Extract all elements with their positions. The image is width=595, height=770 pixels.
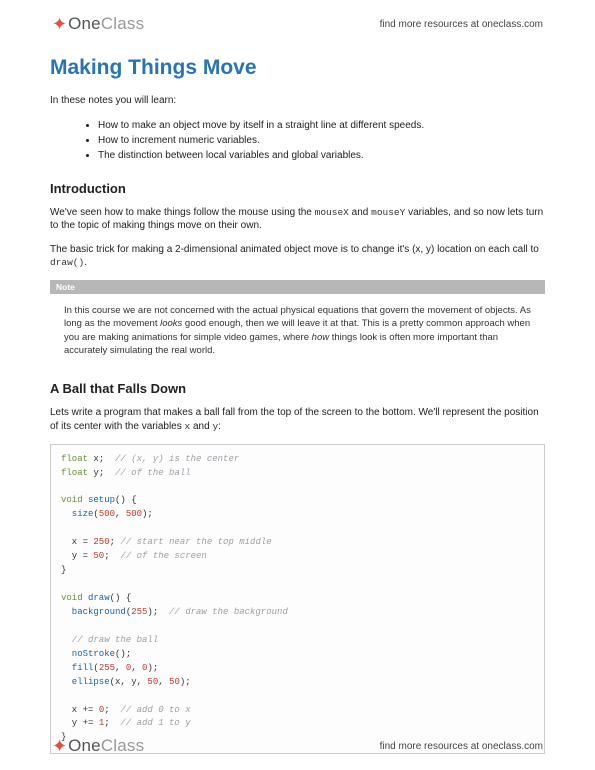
code-token: 500: [99, 509, 115, 519]
book-icon: ✦: [52, 737, 67, 755]
code-token: setup: [83, 495, 115, 505]
code-token: }: [61, 565, 66, 575]
code-token: ;: [104, 718, 120, 728]
code-mousex: mouseX: [315, 207, 349, 218]
text: We've seen how to make things follow the…: [50, 207, 315, 218]
text: The basic trick for making a 2-dimension…: [50, 244, 539, 255]
code-mousey: mouseY: [371, 207, 405, 218]
code-token: 255: [99, 663, 115, 673]
code-token: 50: [147, 677, 158, 687]
find-resources-link[interactable]: find more resources at oneclass.com: [380, 19, 543, 30]
code-token: draw: [83, 593, 110, 603]
text: :: [218, 421, 221, 432]
code-token: x;: [88, 454, 115, 464]
code-comment: // of the ball: [115, 468, 191, 478]
logo-text-class: Class: [101, 14, 145, 34]
code-token: y =: [61, 551, 93, 561]
code-token: ();: [115, 649, 131, 659]
note-label: Note: [50, 280, 545, 294]
text: .: [84, 257, 87, 268]
code-comment: // add 1 to y: [120, 718, 190, 728]
code-token: void: [61, 593, 83, 603]
intro-lead: In these notes you will learn:: [50, 94, 545, 108]
list-item: The distinction between local variables …: [98, 148, 545, 163]
code-block: float x; // (x, y) is the center float y…: [50, 444, 545, 755]
intro-paragraph-1: We've seen how to make things follow the…: [50, 206, 545, 233]
code-token: fill: [61, 663, 93, 673]
ball-paragraph-1: Lets write a program that makes a ball f…: [50, 406, 545, 433]
code-comment: // start near the top middle: [120, 537, 271, 547]
code-token: ;: [104, 551, 120, 561]
code-token: );: [147, 663, 158, 673]
code-token: x =: [61, 537, 93, 547]
code-token: float: [61, 468, 88, 478]
learning-objectives-list: How to make an object move by itself in …: [50, 118, 545, 163]
logo: ✦ OneClass: [52, 14, 144, 34]
code-token: ;: [104, 705, 120, 715]
code-token: y +=: [61, 718, 99, 728]
book-icon: ✦: [52, 15, 67, 33]
code-token: ;: [110, 537, 121, 547]
code-token: 250: [93, 537, 109, 547]
logo-text-one: One: [68, 736, 101, 756]
header-bar: ✦ OneClass find more resources at onecla…: [50, 14, 545, 34]
code-token: background: [61, 607, 126, 617]
code-token: ,: [158, 677, 169, 687]
logo-text-class: Class: [101, 736, 145, 756]
code-comment: // of the screen: [120, 551, 206, 561]
code-draw: draw(): [50, 257, 84, 268]
logo-footer: ✦ OneClass: [52, 736, 144, 756]
logo-text-one: One: [68, 14, 101, 34]
code-token: 50: [169, 677, 180, 687]
code-token: ,: [131, 663, 142, 673]
section-heading-introduction: Introduction: [50, 181, 545, 196]
code-token: noStroke: [61, 649, 115, 659]
code-token: );: [180, 677, 191, 687]
code-comment: // draw the ball: [61, 635, 158, 645]
code-token: );: [142, 509, 153, 519]
code-token: ,: [115, 509, 126, 519]
code-token: size: [61, 509, 93, 519]
list-item: How to increment numeric variables.: [98, 133, 545, 148]
code-token: );: [147, 607, 169, 617]
text: Lets write a program that makes a ball f…: [50, 407, 539, 432]
code-token: 500: [126, 509, 142, 519]
page-title: Making Things Move: [50, 56, 545, 80]
code-token: ,: [115, 663, 126, 673]
text: and: [190, 421, 212, 432]
code-token: ellipse: [61, 677, 110, 687]
code-token: x +=: [61, 705, 99, 715]
section-heading-ball: A Ball that Falls Down: [50, 381, 545, 396]
code-token: 50: [93, 551, 104, 561]
code-token: (x, y,: [110, 677, 148, 687]
code-comment: // draw the background: [169, 607, 288, 617]
code-token: void: [61, 495, 83, 505]
find-resources-link-footer[interactable]: find more resources at oneclass.com: [380, 741, 543, 752]
text-em: how: [312, 332, 329, 343]
note-box: In this course we are not concerned with…: [50, 294, 545, 367]
code-token: y;: [88, 468, 115, 478]
code-token: () {: [115, 495, 137, 505]
text-em: looks: [160, 318, 182, 329]
code-comment: // add 0 to x: [120, 705, 190, 715]
code-token: float: [61, 454, 88, 464]
footer-bar: ✦ OneClass find more resources at onecla…: [50, 736, 545, 756]
text: and: [349, 207, 371, 218]
code-comment: // (x, y) is the center: [115, 454, 239, 464]
list-item: How to make an object move by itself in …: [98, 118, 545, 133]
code-token: 255: [131, 607, 147, 617]
intro-paragraph-2: The basic trick for making a 2-dimension…: [50, 243, 545, 270]
code-token: () {: [110, 593, 132, 603]
